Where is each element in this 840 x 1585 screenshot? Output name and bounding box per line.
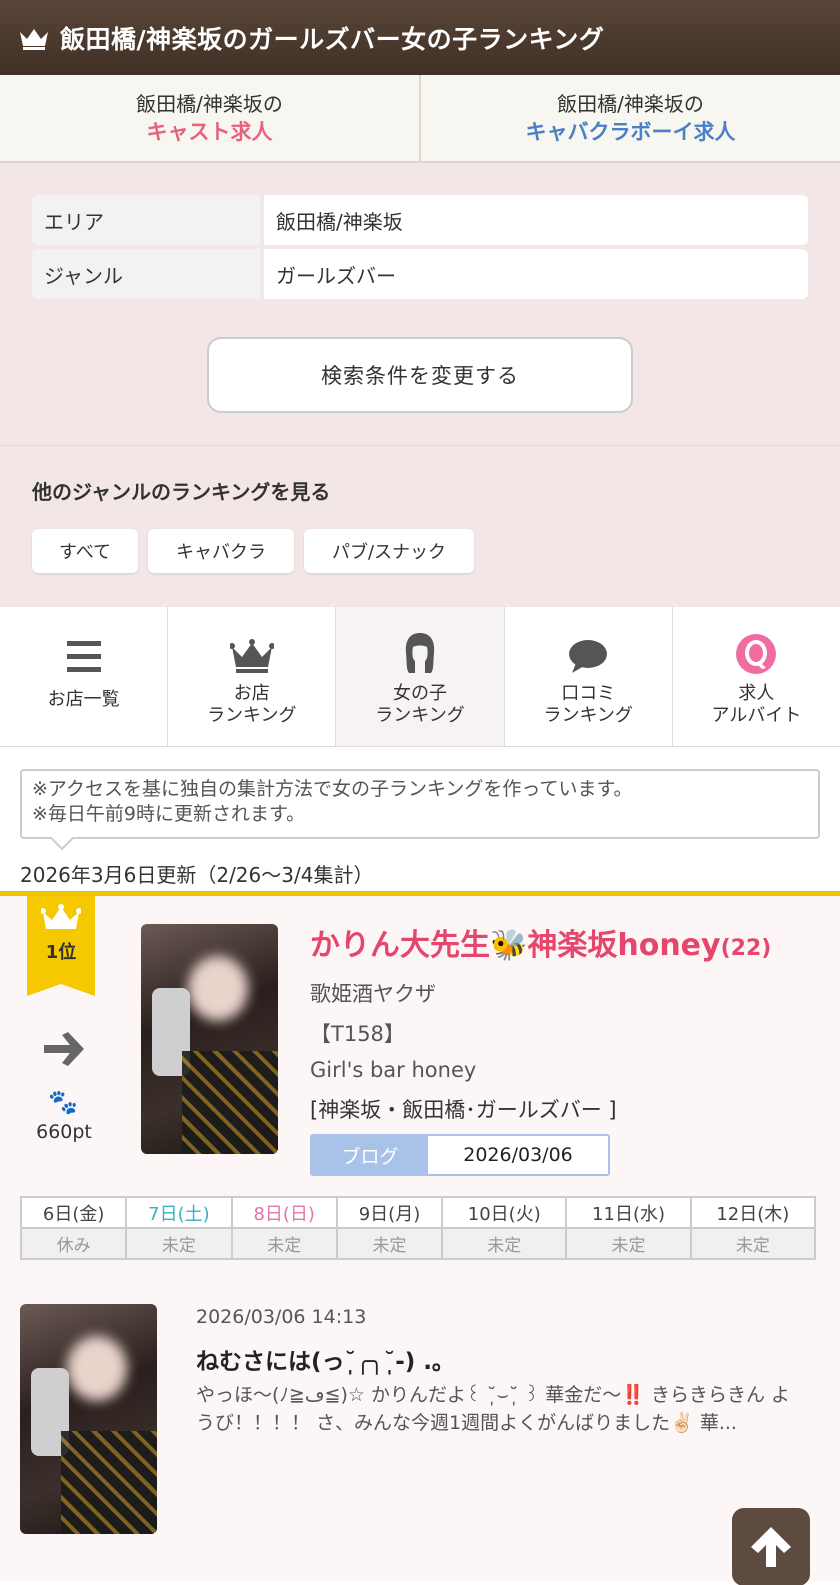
cast-name: かりん大先生🐝神楽坂honey [310,928,721,963]
recruit-links: 飯田橋/神楽坂の キャスト求人 飯田橋/神楽坂の キャバクラボーイ求人 [0,75,840,163]
tab-shop-ranking-label-1: お店 [233,683,270,704]
schedule-day: 6日(金) [19,1196,128,1229]
schedule-status: 未定 [125,1227,233,1260]
blog-label: ブログ [312,1136,428,1174]
schedule-status-row: 休み 未定 未定 未定 未定 未定 未定 [19,1227,817,1260]
schedule-status: 未定 [441,1227,568,1260]
tab-review-ranking[interactable]: 口コミ ランキング [504,607,673,746]
ranking-card: 1位 🐾 660pt かりん大先生🐝神楽坂honey(22) 歌姫酒ヤクザ 【T… [0,891,840,1581]
blog-date: 2026/03/06 [428,1136,608,1174]
cast-catchphrase: 歌姫酒ヤクザ [310,982,436,1006]
tab-shop-ranking[interactable]: お店 ランキング [168,607,337,746]
schedule-day: 10日(火) [441,1196,568,1229]
q-icon [735,631,777,675]
girl-icon [403,631,437,675]
schedule-table: 6日(金) 7日(土) 8日(日) 9日(月) 10日(火) 11日(水) 12… [19,1196,817,1260]
tab-review-ranking-label-2: ランキング [543,705,633,726]
updated-date: 2026年3月6日更新（2/26〜3/4集計） [20,863,374,887]
notice-line-1: ※アクセスを基に独自の集計方法で女の子ランキングを作っています。 [32,778,633,800]
schedule-status: 未定 [689,1227,817,1260]
page-header: 飯田橋/神楽坂のガールズバー女の子ランキング [0,0,840,75]
cast-height: 【T158】 [310,1022,405,1046]
speech-bubble-icon [568,631,608,675]
schedule-status: 未定 [565,1227,692,1260]
crown-icon [229,631,274,675]
other-genres-section: 他のジャンルのランキングを見る すべて キャバクラ パブ/スナック [0,446,840,607]
tab-recruit-label-1: 求人 [738,683,775,704]
schedule-status: 休み [19,1227,128,1260]
tab-shop-ranking-label-2: ランキング [207,705,297,726]
post-title[interactable]: ねむさには(っ˘̩╭╮˘̩-) .｡ [196,1342,444,1376]
page-title: 飯田橋/神楽坂のガールズバー女の子ランキング [60,24,605,54]
genre-label: ジャンル [32,249,260,299]
ranking-notice: ※アクセスを基に独自の集計方法で女の子ランキングを作っています。 ※毎日午前9時… [20,769,820,839]
boy-recruit-label: キャバクラボーイ求人 [525,120,736,144]
condition-row-genre: ジャンル ガールズバー [32,249,808,299]
crown-icon [41,904,81,929]
arrow-up-icon [751,1527,791,1567]
rank-label: 1位 [45,942,77,963]
tab-review-ranking-label-1: 口コミ [561,683,616,704]
tab-recruit-label-2: アルバイト [711,705,802,726]
tab-shop-list-label: お店一覧 [47,689,120,710]
points: 660pt [36,1121,92,1143]
schedule-day: 12日(木) [689,1196,817,1229]
post-photo[interactable] [20,1304,157,1534]
genre-chips: すべて キャバクラ パブ/スナック [32,529,808,573]
schedule-status: 未定 [335,1227,444,1260]
schedule-day: 9日(月) [335,1196,444,1229]
paw-icon: 🐾 [48,1088,78,1116]
genre-chip-pub-snack[interactable]: パブ/スナック [304,529,474,573]
search-conditions: エリア 飯田橋/神楽坂 ジャンル ガールズバー 検索条件を変更する [0,163,840,446]
shop-name[interactable]: Girl's bar honey [310,1058,476,1082]
shop-area: [神楽坂・飯田橋･ガールズバー ] [310,1098,617,1122]
genre-value: ガールズバー [264,249,808,299]
list-icon [66,631,101,675]
change-conditions-button[interactable]: 検索条件を変更する [207,337,633,413]
scroll-top-button[interactable] [732,1508,810,1585]
tab-shop-list[interactable]: お店一覧 [0,607,169,746]
cast-name-link[interactable]: かりん大先生🐝神楽坂honey(22) [310,920,771,964]
boy-recruit-link[interactable]: 飯田橋/神楽坂の キャバクラボーイ求人 [419,75,840,161]
cast-age: (22) [720,936,772,961]
cast-recruit-area: 飯田橋/神楽坂の [136,92,283,116]
tab-recruit[interactable]: 求人 アルバイト [672,607,840,746]
tab-girl-ranking[interactable]: 女の子 ランキング [336,607,505,746]
other-genres-title: 他のジャンルのランキングを見る [32,480,331,504]
schedule-day: 11日(水) [565,1196,692,1229]
blog-link[interactable]: ブログ 2026/03/06 [310,1134,610,1176]
tab-girl-ranking-label-2: ランキング [375,705,465,726]
conditions-table: エリア 飯田橋/神楽坂 ジャンル ガールズバー [32,195,808,299]
cast-photo[interactable] [141,924,278,1154]
ranking-tabs: お店一覧 お店 ランキング 女の子 ランキング 口コミ ランキング 求人 アルバ… [0,607,840,747]
boy-recruit-area: 飯田橋/神楽坂の [557,92,704,116]
area-value: 飯田橋/神楽坂 [264,195,808,245]
cast-recruit-label: キャスト求人 [146,120,273,144]
crown-icon [20,28,48,50]
schedule-days-row: 6日(金) 7日(土) 8日(日) 9日(月) 10日(火) 11日(水) 12… [19,1196,817,1229]
notice-line-2: ※毎日午前9時に更新されます。 [32,803,306,825]
rank-badge: 1位 [27,896,95,996]
schedule-day: 8日(日) [230,1196,338,1229]
condition-row-area: エリア 飯田橋/神楽坂 [32,195,808,245]
genre-chip-cabaret[interactable]: キャバクラ [148,529,294,573]
genre-chip-all[interactable]: すべて [32,529,138,573]
tab-girl-ranking-label-1: 女の子 [393,683,447,704]
area-label: エリア [32,195,260,245]
schedule-status: 未定 [230,1227,338,1260]
post-date: 2026/03/06 14:13 [196,1306,367,1328]
schedule-day: 7日(土) [125,1196,233,1229]
cast-recruit-link[interactable]: 飯田橋/神楽坂の キャスト求人 [0,75,419,161]
post-body: やっほ〜(ﾉ≧ڡ≦)☆ かりんだよ꒰ ˘̩̩̩⌣˘̩̩̩ ꒱ 華金だ〜‼️ きら… [196,1384,790,1434]
up-arrow-icon [44,1032,84,1066]
